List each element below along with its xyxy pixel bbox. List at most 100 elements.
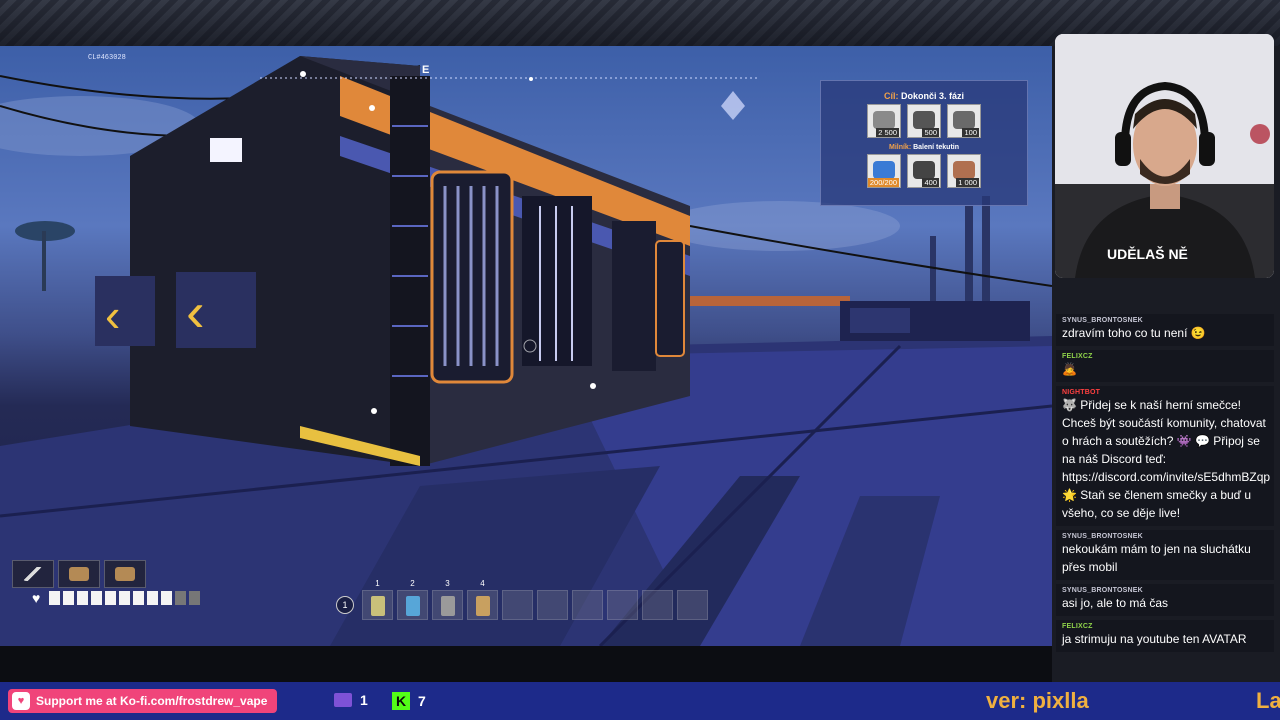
- kick-viewers: K 7: [392, 692, 426, 710]
- hotbar-item-icon: [371, 596, 385, 616]
- health-segment: [147, 591, 159, 605]
- chat-message-text: 🙇: [1062, 362, 1077, 376]
- quest-goal-text: Dokonči 3. fázi: [901, 91, 965, 101]
- quest-item-qty: 400: [922, 178, 939, 187]
- chat-username: SYNUS_BRONTOSNEK: [1062, 533, 1143, 540]
- quest-item-qty: 2 500: [876, 128, 899, 137]
- stream-overlay: ‹ ‹ CL#463028 E Cíl: Dokonči 3. fázi 2 5…: [0, 0, 1280, 720]
- chat-message-text: ja strimuju na youtube ten AVATAR: [1062, 632, 1247, 646]
- svg-text:‹: ‹: [105, 289, 120, 341]
- bottom-info-bar: ♥ Support me at Ko-fi.com/frostdrew_vape…: [0, 682, 1280, 720]
- clock-check-icon: [873, 161, 895, 179]
- pickaxe-icon[interactable]: [12, 560, 54, 588]
- hotbar-slot[interactable]: [502, 590, 533, 620]
- heart-icon: ♥: [32, 590, 41, 606]
- hotbar-item-icon: [476, 596, 490, 616]
- health-segment: [175, 591, 187, 605]
- chat-username: FELIXCZ: [1062, 623, 1093, 630]
- chat-message: FELIXCZ 🙇: [1056, 350, 1274, 382]
- quest-item-qty: 1 000: [956, 178, 979, 187]
- hotbar-item-icon: [406, 596, 420, 616]
- quest-goal-items: 2 500 500 100: [821, 104, 1027, 138]
- steel-pipe-icon: [913, 161, 935, 179]
- chat-panel: SYNUS_BRONTOSNEK zdravím toho co tu není …: [1056, 314, 1274, 656]
- hotbar-slot[interactable]: [607, 590, 638, 620]
- chat-message: NIGHTBOT 🐺 Přidej se k naší herní smečce!…: [1056, 386, 1274, 526]
- quest-milestone-title: Milník: Balení tekutin: [821, 144, 1027, 151]
- health-segment: [63, 591, 75, 605]
- chat-username: SYNUS_BRONTOSNEK: [1062, 587, 1143, 594]
- svg-text:‹: ‹: [186, 280, 205, 343]
- kofi-cup-icon: ♥: [12, 692, 30, 710]
- compass-marker: E: [422, 64, 430, 76]
- health-segment: [119, 591, 131, 605]
- health-segment: [91, 591, 103, 605]
- hotbar-slot-number: 2: [410, 579, 415, 588]
- hotbar-item-icon: [441, 596, 455, 616]
- quest-item-qty: 100: [962, 128, 979, 137]
- hotbar-slot[interactable]: 4: [467, 579, 498, 620]
- hotbar-slot-number: 1: [375, 579, 380, 588]
- hotbar-page-indicator[interactable]: 1: [336, 596, 354, 614]
- hotbar-slot[interactable]: [537, 590, 568, 620]
- chat-message-text: zdravím toho co tu není 😉: [1062, 326, 1206, 340]
- health-segment: [49, 591, 61, 605]
- kick-viewer-count: 7: [418, 693, 426, 709]
- kofi-support-text: Support me at Ko-fi.com/frostdrew_vape: [36, 694, 268, 708]
- frame-icon: [873, 111, 895, 129]
- quest-milestone-items: 200/200 400 1 000: [821, 154, 1027, 188]
- twitch-icon: [334, 693, 352, 707]
- copper-icon: [953, 161, 975, 179]
- hotbar-slot[interactable]: [572, 590, 603, 620]
- hand-icon[interactable]: [104, 560, 146, 588]
- health-segment: [105, 591, 117, 605]
- chat-username: FELIXCZ: [1062, 353, 1093, 360]
- quest-item-qty: 500: [922, 128, 939, 137]
- hotbar: 1 1 2 3 4: [336, 579, 708, 620]
- chat-message-text: 🐺 Přidej se k naší herní smečce! Chceš b…: [1062, 398, 1271, 520]
- hotbar-slot[interactable]: 3: [432, 579, 463, 620]
- quest-item: 1 000: [947, 154, 981, 188]
- chat-message-text: nekoukám mám to jen na sluchátku přes mo…: [1062, 542, 1251, 574]
- quest-milestone-prefix: Milník:: [888, 144, 912, 151]
- quest-goal-title: Cíl: Dokonči 3. fázi: [821, 91, 1027, 101]
- quest-panel: Cíl: Dokonči 3. fázi 2 500 500 100 Milník:…: [820, 80, 1028, 206]
- chat-message: FELIXCZ ja strimuju na youtube ten AVATAR: [1056, 620, 1274, 652]
- kofi-support-badge[interactable]: ♥ Support me at Ko-fi.com/frostdrew_vape: [8, 689, 278, 713]
- scanner-icon[interactable]: [58, 560, 100, 588]
- health-segment: [77, 591, 89, 605]
- twitch-viewers: 1: [334, 692, 368, 708]
- health-segment: [133, 591, 145, 605]
- chat-username: NIGHTBOT: [1062, 389, 1101, 396]
- kick-icon: K: [392, 692, 410, 710]
- scrolling-ticker-tail: La: [1256, 688, 1280, 713]
- chat-message: SYNUS_BRONTOSNEK nekoukám mám to jen na s…: [1056, 530, 1274, 580]
- chat-message-text: asi jo, ale to má čas: [1062, 596, 1169, 610]
- health-bar: ♥: [32, 590, 201, 606]
- chat-message: SYNUS_BRONTOSNEK zdravím toho co tu není …: [1056, 314, 1274, 346]
- build-id-label: CL#463028: [88, 54, 126, 62]
- quest-milestone-text: Balení tekutin: [913, 144, 960, 151]
- hotbar-slot-number: 4: [480, 579, 485, 588]
- game-viewport[interactable]: ‹ ‹ CL#463028 E Cíl: Dokonči 3. fázi 2 5…: [0, 46, 1052, 646]
- quest-item-qty: 200/200: [867, 178, 899, 187]
- quest-goal-prefix: Cíl:: [883, 91, 899, 101]
- hotbar-slot[interactable]: [642, 590, 673, 620]
- hotbar-slot[interactable]: 2: [397, 579, 428, 620]
- webcam-feed: UDĚLAŠ NĚ: [1055, 34, 1274, 278]
- equipment-slots: [12, 560, 146, 588]
- quest-item: 2 500: [867, 104, 901, 138]
- twitch-viewer-count: 1: [360, 692, 368, 708]
- streamer-image: UDĚLAŠ NĚ: [1055, 34, 1274, 278]
- chat-message: SYNUS_BRONTOSNEKasi jo, ale to má čas: [1056, 584, 1274, 616]
- health-segment: [161, 591, 173, 605]
- hotbar-slot-number: 3: [445, 579, 450, 588]
- scrolling-ticker: ver: pixlla: [986, 688, 1089, 713]
- svg-text:UDĚLAŠ NĚ: UDĚLAŠ NĚ: [1107, 245, 1188, 262]
- rotor-icon: [953, 111, 975, 129]
- quest-item: 100: [947, 104, 981, 138]
- hotbar-slot[interactable]: 1: [362, 579, 393, 620]
- game-footer-strip: [0, 646, 1052, 682]
- chat-username: SYNUS_BRONTOSNEK: [1062, 317, 1143, 324]
- hotbar-slot[interactable]: [677, 590, 708, 620]
